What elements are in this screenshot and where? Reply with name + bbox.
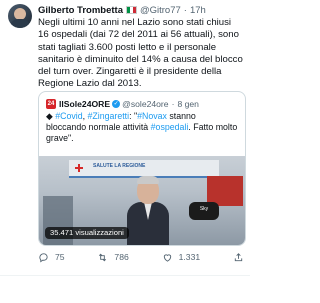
sole24ore-logo-icon: 24 [46, 99, 56, 109]
retweet-count: 786 [114, 252, 129, 262]
video-banner-text: SALUTE LA REGIONE [93, 163, 146, 169]
reply-icon [39, 252, 48, 263]
tweet-actions: 75 786 1.331 [38, 250, 244, 264]
share-button[interactable] [233, 252, 244, 263]
tweet-header: Gilberto Trombetta @Gitro77 · 17h [38, 3, 244, 17]
italy-flag-icon [125, 6, 137, 14]
microphone-label: Sky [199, 206, 209, 212]
quoted-tweet-text: ◆ #Covid, #Zingaretti: "#Novax stanno bl… [46, 111, 238, 144]
quoted-separator: · [171, 99, 175, 109]
video-player[interactable]: SALUTE LA REGIONE Sky 35.471 visualizzaz… [39, 156, 245, 245]
quoted-date: 8 gen [177, 99, 199, 109]
author-handle[interactable]: @Gitro77 [140, 5, 181, 16]
hashtag-novax[interactable]: #Novax [137, 111, 167, 121]
retweet-button[interactable]: 786 [97, 252, 129, 263]
author-name[interactable]: Gilberto Trombetta [38, 5, 123, 16]
like-count: 1.331 [178, 252, 201, 262]
divider [0, 275, 250, 276]
share-icon [234, 252, 243, 261]
tweet-age[interactable]: 17h [190, 5, 206, 16]
red-cross-icon [75, 164, 83, 172]
like-button[interactable]: 1.331 [162, 252, 201, 263]
header-separator: · [183, 4, 187, 16]
quoted-text-part: : " [129, 111, 138, 121]
reply-button[interactable]: 75 [38, 252, 65, 263]
quoted-account-name[interactable]: IlSole24ORE [59, 99, 110, 109]
hashtag-zingaretti[interactable]: #Zingaretti [88, 111, 130, 121]
quoted-tweet-header: 24 IlSole24ORE ✓ @sole24ore · 8 gen [46, 98, 239, 110]
heart-icon [163, 253, 171, 262]
verified-badge-icon: ✓ [112, 100, 121, 108]
quoted-tweet-card[interactable]: 24 IlSole24ORE ✓ @sole24ore · 8 gen ◆ #C… [38, 91, 246, 246]
video-views-badge: 35.471 visualizzazioni [45, 227, 129, 239]
hashtag-covid[interactable]: #Covid [55, 111, 82, 121]
video-subject [127, 176, 169, 245]
tweet[interactable]: Gilberto Trombetta @Gitro77 · 17h Negli … [0, 0, 250, 303]
author-avatar[interactable] [8, 4, 32, 28]
tweet-text: Negli ultimi 10 anni nel Lazio sono stat… [38, 17, 243, 90]
quoted-handle[interactable]: @sole24ore [122, 99, 168, 109]
retweet-icon [99, 253, 107, 261]
reply-count: 75 [55, 252, 65, 262]
hashtag-ospedali[interactable]: #ospedali [151, 122, 189, 132]
quoted-bullet: ◆ [46, 111, 56, 121]
